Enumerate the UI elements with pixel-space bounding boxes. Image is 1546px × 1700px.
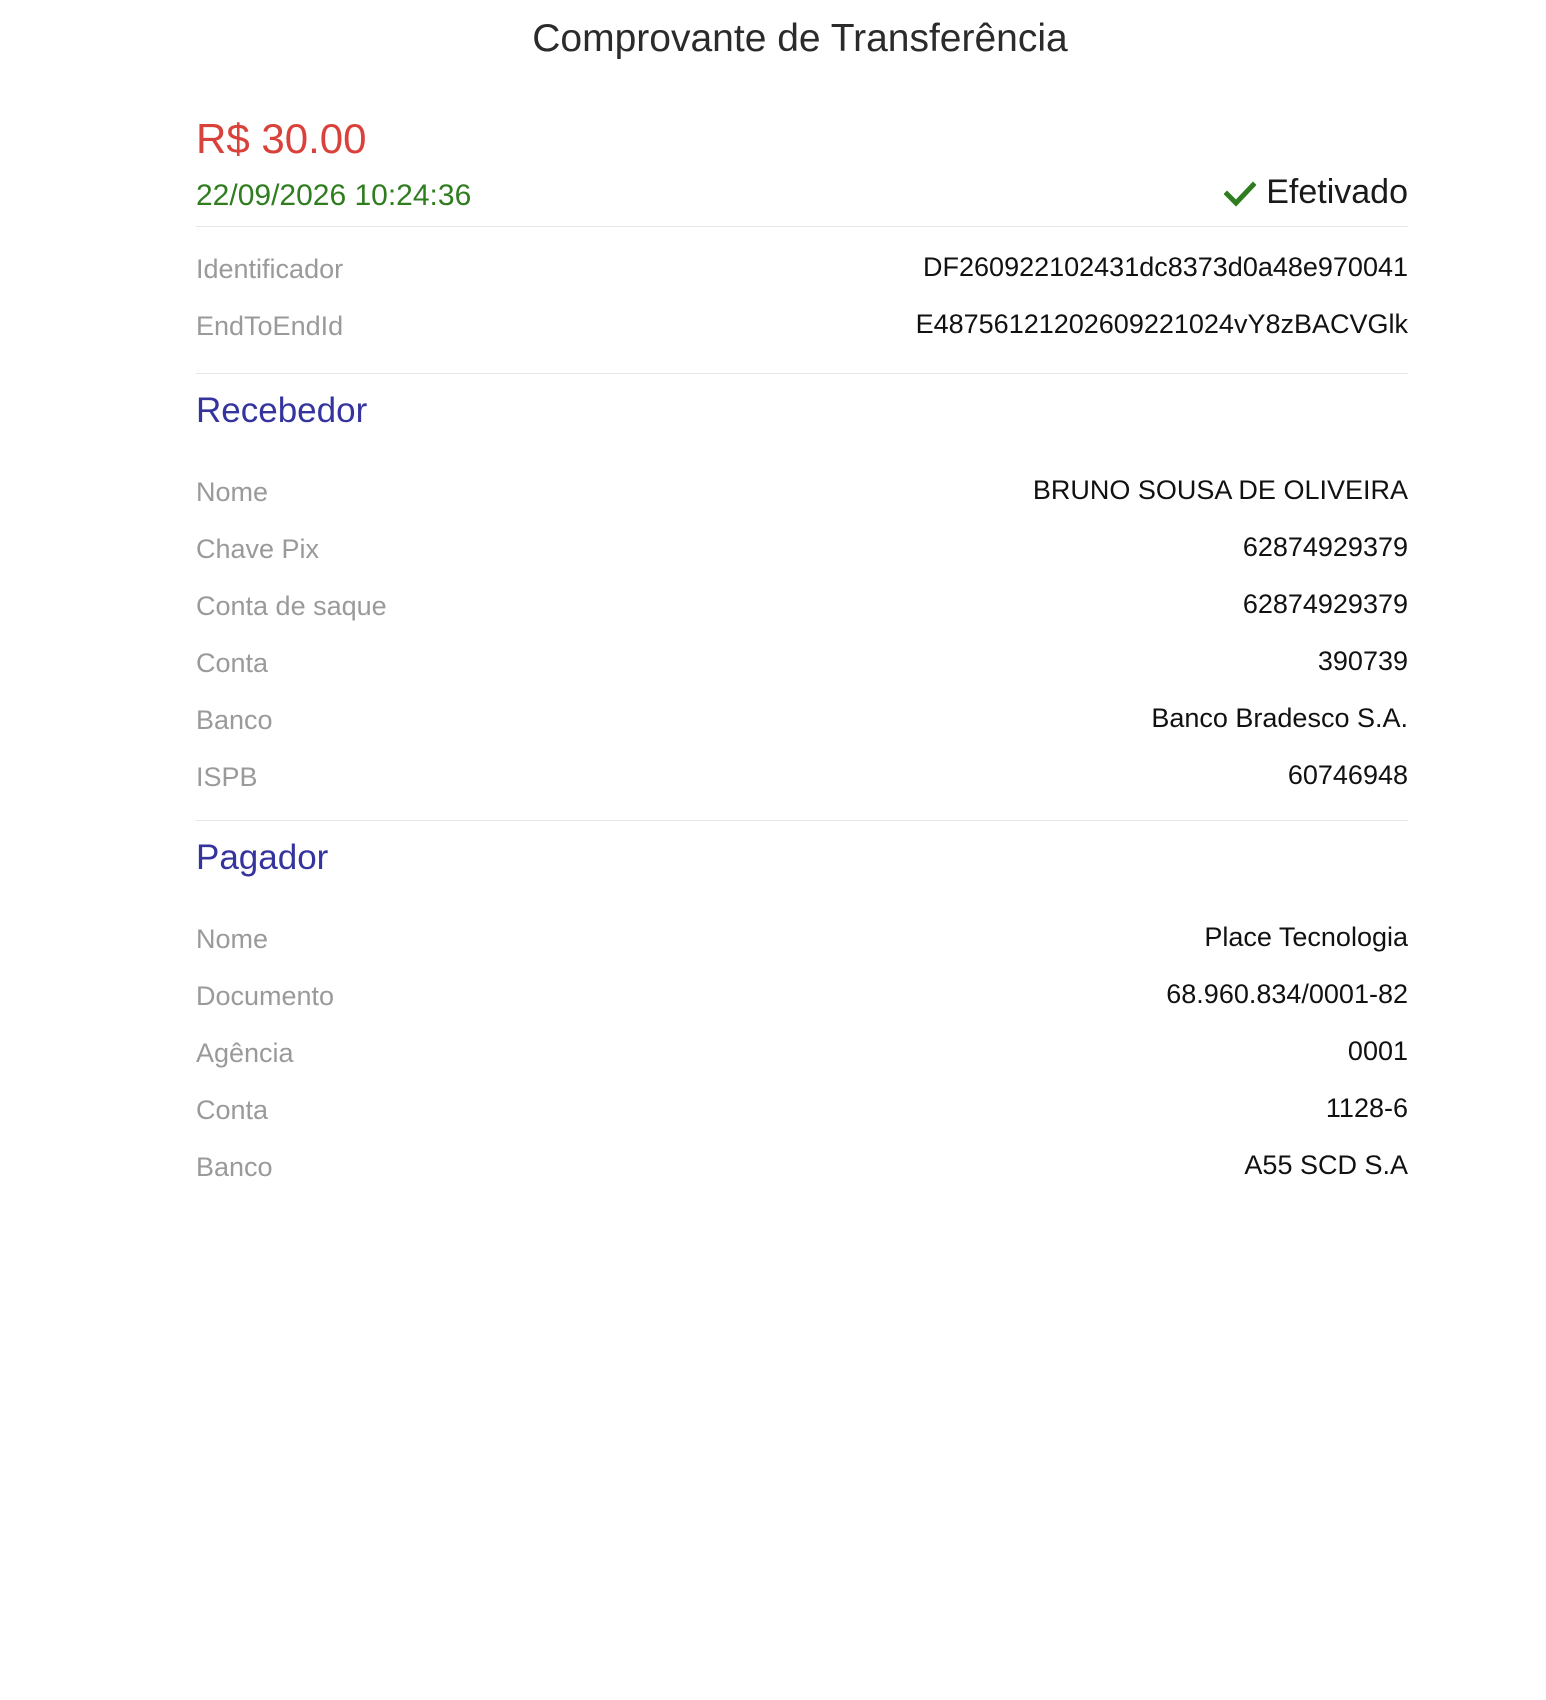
- field-label: ISPB: [196, 762, 258, 792]
- page-title: Comprovante de Transferência: [532, 17, 1068, 60]
- amount: R$ 30.00: [196, 115, 367, 162]
- recebedor-row-chave-pix: Chave Pix 62874929379: [196, 519, 1408, 576]
- endtoend-row: EndToEndId E48756121202609221024vY8zBACV…: [196, 296, 1408, 353]
- field-label: Nome: [196, 924, 269, 954]
- field-label: Chave Pix: [196, 534, 320, 564]
- status-label: Efetivado: [1266, 173, 1408, 211]
- identificador-row: Identificador DF260922102431dc8373d0a48e…: [196, 239, 1408, 296]
- field-value: Banco Bradesco S.A.: [1151, 703, 1408, 733]
- pagador-row-documento: Documento 68.960.834/0001-82: [196, 966, 1408, 1023]
- field-label: Nome: [196, 477, 269, 507]
- field-label: Conta de saque: [196, 591, 387, 621]
- field-value: 62874929379: [1242, 532, 1408, 562]
- field-label: Documento: [196, 981, 335, 1011]
- pagador-title: Pagador: [196, 838, 329, 877]
- recebedor-row-conta-de-saque: Conta de saque 62874929379: [196, 576, 1408, 633]
- pagador-row-conta: Conta 1128-6: [196, 1080, 1408, 1137]
- endtoend-label: EndToEndId: [196, 311, 344, 341]
- date-status-row: 22/09/2026 10:24:36 Efetivado: [196, 168, 1408, 226]
- endtoend-value: E48756121202609221024vY8zBACVGlk: [915, 309, 1408, 339]
- field-value: A55 SCD S.A: [1244, 1150, 1408, 1180]
- pagador-section: Pagador Nome Place Tecnologia Documento …: [196, 821, 1408, 1210]
- field-value: 62874929379: [1242, 589, 1408, 619]
- recebedor-section: Recebedor Nome BRUNO SOUSA DE OLIVEIRA C…: [196, 374, 1408, 820]
- recebedor-row-nome: Nome BRUNO SOUSA DE OLIVEIRA: [196, 462, 1408, 519]
- recebedor-row-conta: Conta 390739: [196, 633, 1408, 690]
- pagador-row-nome: Nome Place Tecnologia: [196, 909, 1408, 966]
- pagador-row-banco: Banco A55 SCD S.A: [196, 1137, 1408, 1194]
- identificador-value: DF260922102431dc8373d0a48e970041: [923, 252, 1408, 282]
- field-label: Banco: [196, 1152, 273, 1182]
- field-value: 1128-6: [1325, 1093, 1408, 1123]
- field-value: BRUNO SOUSA DE OLIVEIRA: [1032, 475, 1408, 505]
- receipt-content: R$ 30.00 22/09/2026 10:24:36 Efetivado I…: [196, 110, 1408, 1210]
- field-value: 390739: [1317, 646, 1408, 676]
- field-value: 68.960.834/0001-82: [1166, 979, 1408, 1009]
- field-value: Place Tecnologia: [1204, 922, 1408, 952]
- transaction-datetime: 22/09/2026 10:24:36: [196, 179, 472, 212]
- pagador-row-agencia: Agência 0001: [196, 1023, 1408, 1080]
- status-badge: Efetivado: [1223, 170, 1408, 214]
- recebedor-row-banco: Banco Banco Bradesco S.A.: [196, 690, 1408, 747]
- field-label: Banco: [196, 705, 273, 735]
- check-icon: [1223, 176, 1257, 208]
- field-label: Agência: [196, 1038, 294, 1068]
- identifiers-section: Identificador DF260922102431dc8373d0a48e…: [196, 227, 1408, 373]
- recebedor-row-ispb: ISPB 60746948: [196, 747, 1408, 804]
- recebedor-title: Recebedor: [196, 391, 368, 430]
- field-label: Conta: [196, 1095, 269, 1125]
- field-label: Conta: [196, 648, 269, 678]
- field-value: 0001: [1347, 1036, 1408, 1066]
- identificador-label: Identificador: [196, 254, 344, 284]
- field-value: 60746948: [1287, 760, 1408, 790]
